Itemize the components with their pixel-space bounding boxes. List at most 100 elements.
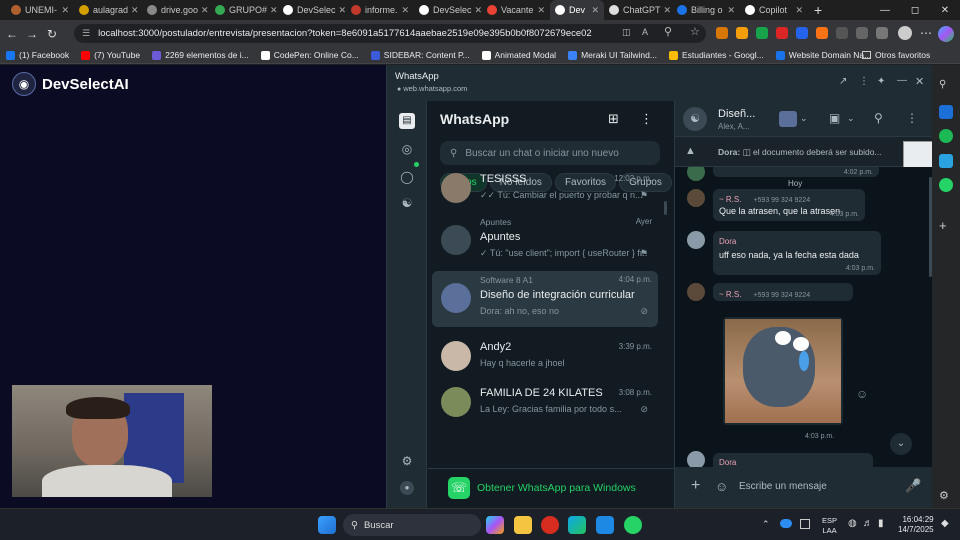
- telegram-icon[interactable]: [939, 154, 953, 168]
- more-icon[interactable]: ⋮: [859, 76, 869, 87]
- bookmark-item[interactable]: (1) Facebook: [6, 50, 69, 60]
- url-bar[interactable]: ☰ localhost:3000/postulador/entrevista/p…: [74, 24, 706, 43]
- close-tab-icon[interactable]: ✕: [267, 5, 278, 16]
- pinned-message-bar[interactable]: ▲ Dora: ◫ el documento deberá ser subido…: [675, 137, 934, 171]
- menu-icon[interactable]: ⋮: [906, 111, 918, 125]
- bookmark-item[interactable]: Meraki UI Tailwind...: [568, 50, 657, 60]
- new-chat-icon[interactable]: ⊞: [608, 111, 619, 127]
- taskbar-search[interactable]: ⚲ Buscar: [343, 514, 481, 536]
- conversation-header[interactable]: ☯ Diseñ... Alex, A... ⌄ ▣ ⌄ ⚲ ⋮: [675, 101, 934, 137]
- close-tab-icon[interactable]: ✕: [472, 5, 482, 16]
- install-icon[interactable]: ◫: [622, 27, 631, 38]
- close-tab-icon[interactable]: ✕: [661, 5, 672, 16]
- bookmark-item[interactable]: 2269 elementos de i...: [152, 50, 249, 60]
- extension-icon[interactable]: [816, 27, 828, 39]
- copilot-icon[interactable]: [938, 26, 954, 42]
- puzzle-icon[interactable]: [836, 27, 848, 39]
- chevron-down-icon[interactable]: ⌄: [800, 113, 808, 124]
- close-tab-icon[interactable]: ✕: [198, 5, 209, 16]
- other-bookmarks[interactable]: Otros favoritos: [862, 50, 930, 60]
- browser-tab[interactable]: ChatGPT ✕: [604, 0, 672, 20]
- bookmark-item[interactable]: Animated Modal: [481, 50, 556, 60]
- notification-icon[interactable]: ◆: [941, 518, 949, 529]
- windows-start-icon[interactable]: [318, 516, 336, 534]
- pin-window-icon[interactable]: ✦: [877, 76, 885, 87]
- chat-list-item[interactable]: Software 8 A1 Diseño de integración curri…: [432, 271, 658, 327]
- browser-tab[interactable]: UNEMI- ✕: [6, 0, 74, 20]
- copilot-icon[interactable]: [486, 516, 504, 534]
- new-tab-button[interactable]: +: [814, 2, 822, 18]
- browser-tab[interactable]: informe. ✕: [346, 0, 414, 20]
- browser-tab[interactable]: drive.goo ✕: [142, 0, 210, 20]
- file-explorer-icon[interactable]: [514, 516, 532, 534]
- browser-tab[interactable]: DevSelec ✕: [278, 0, 346, 20]
- sticker-frame[interactable]: [723, 317, 843, 425]
- browser-tab[interactable]: DevSelec ✕: [414, 0, 482, 20]
- group-photo-thumb[interactable]: [779, 111, 797, 127]
- menu-dots-icon[interactable]: ⋯: [920, 26, 932, 40]
- emoji-icon[interactable]: ☺: [715, 479, 728, 494]
- app-tray-icon[interactable]: [800, 519, 810, 529]
- profile-icon[interactable]: ●: [400, 481, 414, 495]
- battery-icon[interactable]: ▮: [878, 518, 884, 529]
- translate-icon[interactable]: A: [642, 27, 648, 37]
- close-tab-icon[interactable]: ✕: [724, 5, 735, 16]
- maximize-button[interactable]: ◻: [900, 0, 930, 20]
- video-call-icon[interactable]: ▣: [829, 111, 840, 125]
- close-tab-icon[interactable]: ✕: [58, 5, 69, 16]
- edge-icon[interactable]: [568, 516, 586, 534]
- forward-icon[interactable]: →: [22, 27, 42, 41]
- language-indicator[interactable]: ESP LAA: [822, 516, 837, 536]
- react-emoji-icon[interactable]: ☺: [856, 387, 868, 401]
- extension-icon[interactable]: [716, 27, 728, 39]
- browser-tab[interactable]: Dev ✕: [550, 0, 604, 20]
- minimize-panel-icon[interactable]: —: [897, 75, 907, 86]
- channels-icon[interactable]: ◯: [399, 169, 415, 185]
- browser-tab[interactable]: GRUPO# ✕: [210, 0, 278, 20]
- sidebar-icon[interactable]: [876, 27, 888, 39]
- close-tab-icon[interactable]: ✕: [398, 5, 409, 16]
- search-icon[interactable]: ⚲: [939, 79, 953, 93]
- volume-icon[interactable]: ♬: [863, 518, 873, 529]
- browser-tab[interactable]: aulagrad ✕: [74, 0, 142, 20]
- tab-search-icon[interactable]: [856, 27, 868, 39]
- outlook-icon[interactable]: [939, 105, 953, 119]
- close-tab-icon[interactable]: ✕: [534, 5, 545, 16]
- bookmark-item[interactable]: Estudiantes - Googl...: [668, 50, 764, 60]
- close-tab-icon[interactable]: ✕: [792, 5, 803, 16]
- attach-icon[interactable]: +: [691, 477, 700, 495]
- bookmark-item[interactable]: SIDEBAR: Content P...: [370, 50, 470, 60]
- bookmark-item[interactable]: Website Domain Na...: [775, 50, 871, 60]
- back-icon[interactable]: ←: [2, 27, 22, 41]
- whatsapp-icon[interactable]: [939, 178, 953, 192]
- browser-tab[interactable]: Billing o ✕: [672, 0, 740, 20]
- clock[interactable]: 16:04:29 14/7/2025: [898, 515, 934, 535]
- chat-list-item[interactable]: TESISSS ✓✓ Tú: Cambiar el puerto y probar…: [432, 167, 658, 213]
- profile-avatar[interactable]: [898, 26, 912, 40]
- whatsapp-icon[interactable]: [624, 516, 642, 534]
- chevron-down-icon[interactable]: ⌄: [847, 113, 855, 124]
- chats-icon[interactable]: ▤: [399, 113, 415, 129]
- communities-icon[interactable]: ☯: [399, 195, 415, 211]
- search-icon[interactable]: ⚲: [874, 111, 883, 125]
- vscode-icon[interactable]: [596, 516, 614, 534]
- site-info-icon[interactable]: ☰: [82, 28, 90, 39]
- reload-icon[interactable]: ↻: [42, 27, 62, 41]
- bookmark-item[interactable]: (7) YouTube: [81, 50, 140, 60]
- group-avatar[interactable]: ☯: [683, 107, 707, 131]
- open-external-icon[interactable]: ↗: [839, 76, 847, 87]
- opera-icon[interactable]: [541, 516, 559, 534]
- menu-icon[interactable]: ⋮: [640, 111, 653, 127]
- wifi-icon[interactable]: ◍: [848, 518, 857, 529]
- close-window-button[interactable]: ✕: [930, 0, 960, 20]
- promo-link[interactable]: Obtener WhatsApp para Windows: [477, 482, 636, 494]
- extension-icon[interactable]: [736, 27, 748, 39]
- browser-tab[interactable]: Vacante ✕: [482, 0, 550, 20]
- chat-search-input[interactable]: ⚲ Buscar un chat o iniciar uno nuevo: [440, 141, 660, 165]
- spotify-icon[interactable]: [939, 129, 953, 143]
- close-tab-icon[interactable]: ✕: [588, 5, 599, 16]
- extension-icon[interactable]: [776, 27, 788, 39]
- status-icon[interactable]: ◎: [399, 141, 415, 157]
- bookmark-item[interactable]: CodePen: Online Co...: [260, 50, 359, 60]
- scroll-down-icon[interactable]: ⌄: [890, 433, 912, 455]
